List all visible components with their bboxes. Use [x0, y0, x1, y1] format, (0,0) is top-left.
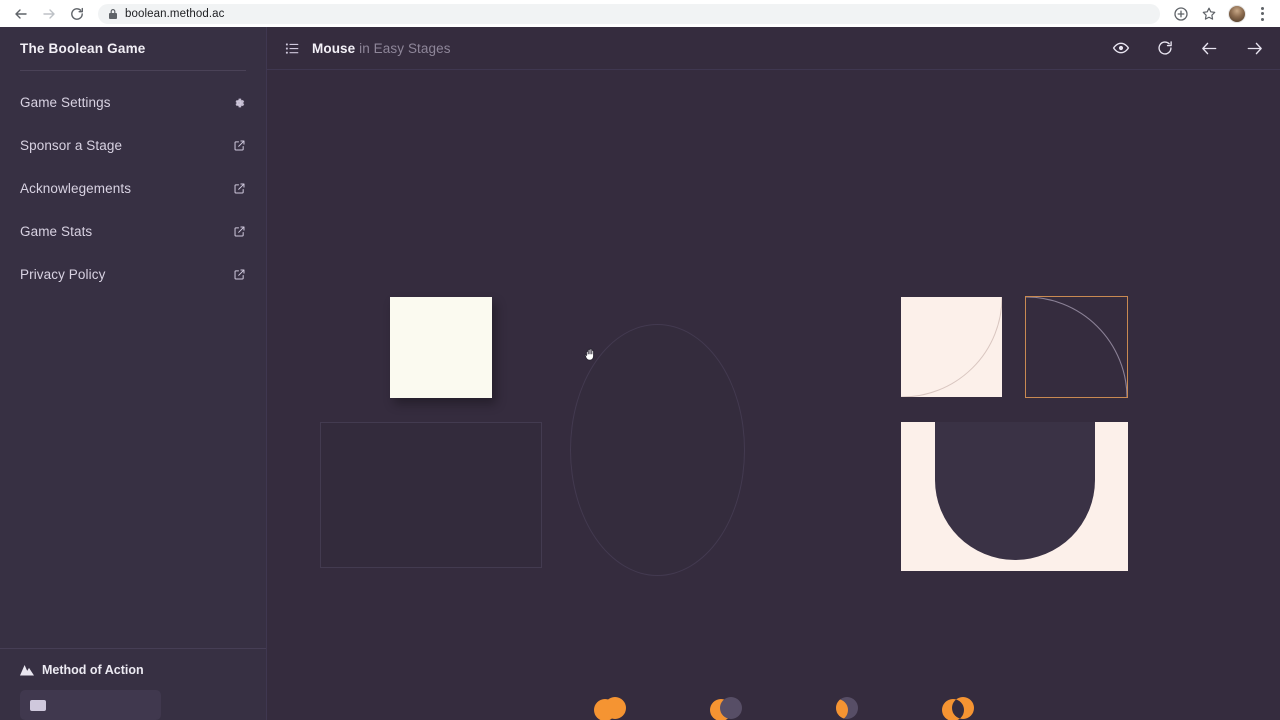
footer-promo-button[interactable]	[20, 690, 161, 720]
dark-ellipse[interactable]	[570, 324, 745, 576]
arrow-right-icon[interactable]	[1245, 39, 1264, 58]
sidebar: The Boolean Game Game Settings Sponsor a…	[0, 27, 267, 720]
gear-icon[interactable]	[232, 96, 246, 110]
install-app-icon[interactable]	[1168, 1, 1194, 27]
method-of-action-brand[interactable]: Method of Action	[20, 663, 246, 677]
cream-square[interactable]	[390, 297, 492, 398]
sidebar-nav: Game Settings Sponsor a Stage Acknowlege…	[0, 71, 266, 296]
browser-back-button[interactable]	[8, 1, 34, 27]
sidebar-item-label: Acknowlegements	[20, 181, 132, 196]
sidebar-item-label: Game Settings	[20, 95, 111, 110]
external-link-icon[interactable]	[233, 139, 246, 152]
dark-rectangle[interactable]	[320, 422, 542, 568]
sidebar-item-acknowledgements[interactable]: Acknowlegements	[0, 167, 266, 210]
u-shape-cutout	[935, 422, 1095, 560]
app-root: The Boolean Game Game Settings Sponsor a…	[0, 27, 1280, 720]
card-icon	[30, 699, 46, 711]
refresh-icon[interactable]	[1156, 39, 1174, 57]
external-link-icon[interactable]	[233, 225, 246, 238]
intersect-op-button[interactable]	[820, 688, 864, 720]
method-of-action-label: Method of Action	[42, 663, 144, 677]
sidebar-item-privacy-policy[interactable]: Privacy Policy	[0, 253, 266, 296]
outlined-square-arc[interactable]	[1025, 296, 1128, 398]
stage-title: Mouse in Easy Stages	[312, 41, 451, 56]
omnibox-actions	[1168, 1, 1272, 27]
stage-actions	[1112, 39, 1264, 58]
stage-name: Mouse	[312, 40, 356, 56]
lock-icon	[108, 8, 118, 20]
puzzle-canvas[interactable]	[267, 70, 1280, 720]
stage-info: Mouse in Easy Stages	[285, 41, 451, 56]
address-bar[interactable]: boolean.method.ac	[98, 3, 1160, 24]
sidebar-item-sponsor-a-stage[interactable]: Sponsor a Stage	[0, 124, 266, 167]
stage-toolbar: Mouse in Easy Stages	[267, 27, 1280, 70]
browser-forward-button[interactable]	[36, 1, 62, 27]
kebab-menu-icon[interactable]	[1252, 1, 1272, 27]
sidebar-item-label: Privacy Policy	[20, 267, 106, 282]
sidebar-item-game-stats[interactable]: Game Stats	[0, 210, 266, 253]
union-op-button[interactable]	[588, 688, 632, 720]
star-icon[interactable]	[1196, 1, 1222, 27]
sidebar-footer: Method of Action	[0, 648, 266, 720]
pink-square-arc[interactable]	[901, 297, 1002, 397]
eye-icon[interactable]	[1112, 39, 1130, 57]
arrow-left-icon[interactable]	[1200, 39, 1219, 58]
main-panel: Mouse in Easy Stages	[267, 27, 1280, 720]
sidebar-item-game-settings[interactable]: Game Settings	[0, 81, 266, 124]
stage-suffix: in Easy Stages	[359, 40, 451, 56]
boolean-operations-toolbar	[267, 688, 1280, 720]
subtract-op-button[interactable]	[704, 688, 748, 720]
browser-toolbar: boolean.method.ac	[0, 0, 1280, 27]
browser-reload-button[interactable]	[64, 1, 90, 27]
sidebar-item-label: Game Stats	[20, 224, 93, 239]
external-link-icon[interactable]	[233, 268, 246, 281]
page-title: The Boolean Game	[20, 41, 146, 56]
external-link-icon[interactable]	[233, 182, 246, 195]
mountain-logo-icon	[20, 664, 34, 676]
exclude-op-button[interactable]	[936, 688, 980, 720]
list-icon[interactable]	[285, 41, 300, 56]
avatar[interactable]	[1228, 4, 1246, 23]
url-text: boolean.method.ac	[125, 7, 225, 20]
sidebar-item-label: Sponsor a Stage	[20, 138, 123, 153]
pink-rect-u-cut[interactable]	[901, 422, 1128, 571]
